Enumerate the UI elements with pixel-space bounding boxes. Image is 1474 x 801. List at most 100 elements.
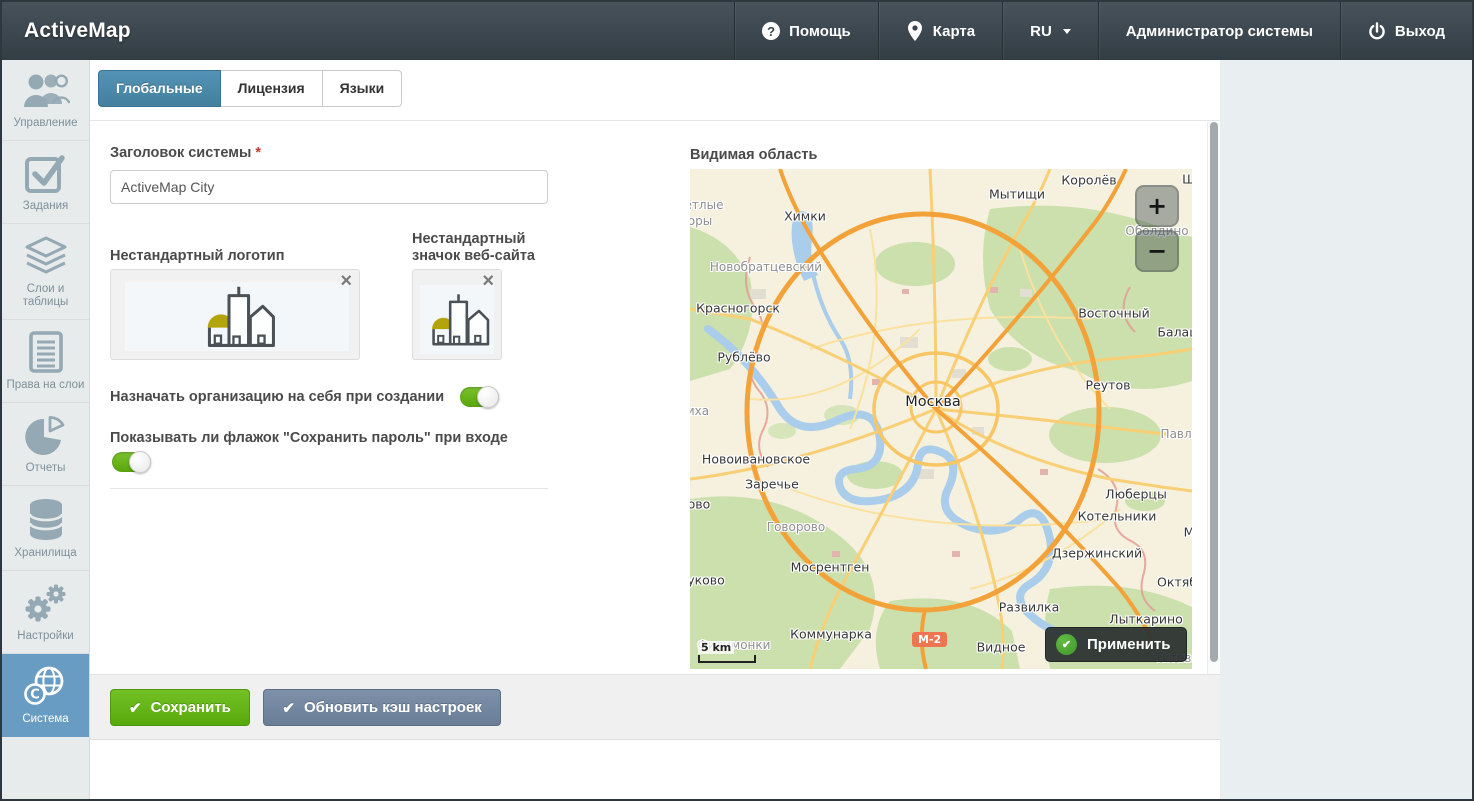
sidebar-item-reports[interactable]: Отчеты	[2, 403, 89, 486]
map-place-label: Павли	[1161, 427, 1192, 441]
map-place-label: Щ	[1182, 172, 1192, 187]
scale-bracket	[698, 655, 756, 663]
map-place-label: Видное	[977, 640, 1026, 655]
save-button-label: Сохранить	[151, 699, 231, 716]
map-place-label: Химки	[784, 209, 826, 224]
map-zoom-control: + −	[1135, 185, 1179, 275]
document-icon	[22, 331, 70, 373]
tab-languages[interactable]: Языки	[323, 70, 403, 107]
checkbox-icon	[22, 152, 70, 194]
map-place-label: Лыткарино	[1109, 612, 1183, 627]
remove-logo-button[interactable]: ×	[340, 272, 352, 290]
sidebar-item-label: Задания	[23, 200, 68, 212]
tab-global[interactable]: Глобальные	[98, 70, 221, 107]
sidebar-item-system[interactable]: C Система	[2, 654, 89, 737]
globe-icon: C	[22, 665, 70, 707]
remove-favicon-button[interactable]: ×	[482, 272, 494, 290]
sidebar-nav: Управление Задания Слои и таблицы	[2, 60, 90, 799]
map-place-label: Реутов	[1086, 378, 1131, 393]
settings-tabs: Глобальные Лицензия Языки	[98, 70, 402, 107]
map-place-label: ово	[690, 497, 710, 512]
map-place-label: Новоивановское	[702, 452, 810, 467]
check-circle-icon: ✔	[1056, 634, 1077, 655]
sidebar-item-label: Слои и таблицы	[23, 283, 69, 308]
form-divider	[110, 488, 548, 489]
map-scale-bar: 5 km	[698, 636, 756, 663]
toggle-knob	[129, 451, 151, 473]
custom-logo-label: Нестандартный логотип	[110, 248, 284, 264]
zoom-out-button[interactable]: −	[1135, 230, 1179, 272]
map-place-label: Новобратцевский	[710, 260, 822, 274]
users-icon	[22, 71, 70, 111]
toggle-knob	[477, 386, 499, 408]
map-place-label: Рублёво	[717, 350, 770, 365]
refresh-cache-label: Обновить кэш настроек	[304, 699, 482, 716]
apply-label: Применить	[1087, 636, 1170, 653]
map-place-label: Москва	[905, 394, 961, 410]
header-menu: ? Помощь Карта RU Администратор системы	[734, 2, 1472, 60]
map-place-label: Котельники	[1078, 509, 1157, 524]
map-canvas[interactable]: Королёв Щ Мытищи етлые оры Химки Оболдин…	[690, 169, 1192, 669]
map-place-label: М	[1184, 525, 1192, 540]
refresh-cache-button[interactable]: ✔ Обновить кэш настроек	[263, 689, 500, 726]
power-icon	[1368, 22, 1386, 41]
system-title-label-text: Заголовок системы	[110, 145, 251, 161]
scrollbar-thumb[interactable]	[1210, 122, 1218, 662]
map-place-label: оры	[690, 214, 712, 228]
map-link-label: Карта	[933, 23, 975, 40]
map-place-label: Мосрентген	[791, 560, 870, 575]
assign-org-toggle[interactable]	[460, 387, 499, 407]
brand-logo: ActiveMap	[24, 19, 131, 43]
system-title-input[interactable]	[110, 170, 548, 204]
sidebar-item-label: Права на слои	[7, 379, 85, 391]
map-place-label: Восточный	[1078, 306, 1150, 321]
assign-org-row: Назначать организацию на себя при создан…	[110, 387, 499, 407]
sidebar-item-label: Отчеты	[26, 462, 66, 474]
save-password-label: Показывать ли флажок "Сохранить пароль" …	[110, 430, 508, 446]
action-bar: ✔ Сохранить ✔ Обновить кэш настроек	[90, 674, 1220, 740]
road-badge-m2: М-2	[912, 632, 947, 647]
sidebar-item-tasks[interactable]: Задания	[2, 141, 89, 224]
map-place-label: Говорово	[767, 520, 825, 534]
language-value: RU	[1030, 23, 1052, 40]
sidebar-item-layer-rights[interactable]: Права на слои	[2, 320, 89, 403]
map-place-label: иха	[690, 404, 709, 418]
help-menu-item[interactable]: ? Помощь	[734, 2, 878, 60]
map-menu-item[interactable]: Карта	[878, 2, 1002, 60]
current-user-label: Администратор системы	[1126, 23, 1313, 40]
zoom-in-button[interactable]: +	[1135, 185, 1179, 227]
layers-icon	[22, 235, 70, 277]
map-place-label: Коммунарка	[790, 627, 872, 642]
sidebar-item-management[interactable]: Управление	[2, 60, 89, 141]
city-logo-image	[196, 285, 278, 349]
app-window: ActiveMap ? Помощь Карта RU Администрато…	[0, 0, 1474, 801]
main-content: Глобальные Лицензия Языки Заголовок сист…	[90, 60, 1220, 799]
city-favicon-image	[423, 291, 491, 349]
language-dropdown[interactable]: RU	[1002, 2, 1098, 60]
sidebar-item-label: Настройки	[17, 630, 73, 642]
map-place-label: Люберцы	[1105, 487, 1167, 502]
assign-org-label: Назначать организацию на себя при создан…	[110, 389, 444, 405]
help-icon: ?	[762, 22, 780, 40]
sidebar-item-storages[interactable]: Хранилища	[2, 486, 89, 571]
logo-upload-box: ×	[110, 269, 360, 360]
map-place-label: Королёв	[1061, 173, 1116, 188]
pie-chart-icon	[22, 414, 70, 456]
map-place-label: Октяб	[1157, 575, 1192, 590]
map-place-label: Красногорск	[696, 301, 780, 316]
gears-icon	[22, 582, 70, 624]
tab-license[interactable]: Лицензия	[221, 70, 323, 107]
save-button[interactable]: ✔ Сохранить	[110, 689, 250, 726]
apply-button[interactable]: ✔ Применить	[1045, 627, 1187, 662]
logout-menu-item[interactable]: Выход	[1340, 2, 1472, 60]
sidebar-item-settings[interactable]: Настройки	[2, 571, 89, 654]
sidebar-item-layers[interactable]: Слои и таблицы	[2, 224, 89, 320]
current-user[interactable]: Администратор системы	[1098, 2, 1340, 60]
required-asterisk: *	[255, 145, 261, 161]
map-place-label: етлые	[690, 198, 723, 212]
chevron-down-icon	[1063, 29, 1071, 34]
save-password-toggle[interactable]	[112, 452, 151, 472]
map-place-label: Мытищи	[989, 187, 1045, 202]
visible-area-label: Видимая область	[690, 147, 817, 163]
map-place-label: Заречье	[745, 477, 799, 492]
